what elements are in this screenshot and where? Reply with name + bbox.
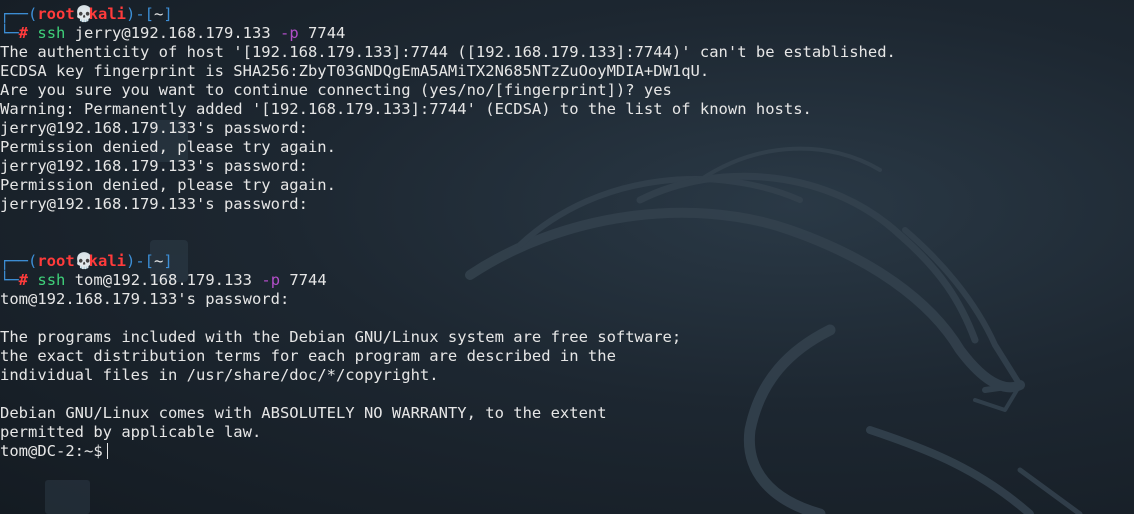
skull-icon: 💀 [74, 252, 94, 270]
prompt-frame: ] [163, 5, 173, 23]
prompt-host: kali [88, 5, 126, 23]
output-line: jerry@192.168.179.133's password: [0, 195, 318, 213]
output-line: permitted by applicable law. [0, 423, 262, 441]
prompt-hash: # [18, 271, 29, 289]
command-line-2: └─# ssh tom@192.168.179.133 -p 7744 [0, 271, 1134, 290]
output-line: Warning: Permanently added '[192.168.179… [0, 100, 812, 118]
shell-prompt-line[interactable]: tom@DC-2:~$ [0, 442, 1134, 461]
prompt-frame: )-[ [125, 5, 154, 23]
command-line-1: └─# ssh jerry@192.168.179.133 -p 7744 [0, 24, 1134, 43]
prompt-frame: └─ [0, 271, 19, 289]
prompt-frame: )-[ [125, 252, 154, 270]
prompt-user: root [37, 252, 75, 270]
skull-icon: 💀 [74, 5, 94, 23]
output-line: The programs included with the Debian GN… [0, 328, 682, 346]
command-flag: -p [280, 24, 299, 42]
terminal-window[interactable]: ┌──(root💀kali)-[~] └─# ssh jerry@192.168… [0, 5, 1134, 461]
command-flag: -p [261, 271, 281, 289]
output-line: Permission denied, please try again. [0, 176, 336, 194]
output-line: Debian GNU/Linux comes with ABSOLUTELY N… [0, 404, 607, 422]
output-line: individual files in /usr/share/doc/*/cop… [0, 366, 439, 384]
command-name: ssh [37, 271, 66, 289]
prompt-header-2: ┌──(root💀kali)-[~] [0, 252, 1134, 271]
prompt-frame: └─ [0, 24, 19, 42]
command-port: 7744 [308, 24, 346, 42]
prompt-frame: ┌──( [0, 252, 38, 270]
output-line: tom@192.168.179.133's password: [0, 290, 299, 308]
output-line: The authenticity of host '[192.168.179.1… [0, 43, 896, 61]
prompt-dir: ~ [153, 252, 164, 270]
prompt-dir: ~ [153, 5, 164, 23]
shell-prompt: tom@DC-2:~$ [0, 442, 103, 460]
output-line: jerry@192.168.179.133's password: [0, 157, 318, 175]
output-line: the exact distribution terms for each pr… [0, 347, 616, 365]
prompt-header-1: ┌──(root💀kali)-[~] [0, 5, 1134, 24]
command-target: tom@192.168.179.133 [74, 271, 253, 289]
output-line: Permission denied, please try again. [0, 138, 336, 156]
prompt-frame: ┌──( [0, 5, 38, 23]
output-line: Are you sure you want to continue connec… [0, 81, 672, 99]
prompt-frame: ] [163, 252, 173, 270]
prompt-host: kali [88, 252, 126, 270]
command-target: jerry@192.168.179.133 [74, 24, 271, 42]
output-line: jerry@192.168.179.133's password: [0, 119, 318, 137]
output-line: ECDSA key fingerprint is SHA256:ZbyT03GN… [0, 62, 710, 80]
prompt-user: root [37, 5, 75, 23]
command-name: ssh [37, 24, 66, 42]
prompt-hash: # [18, 24, 29, 42]
command-port: 7744 [289, 271, 327, 289]
text-cursor[interactable] [106, 443, 108, 459]
